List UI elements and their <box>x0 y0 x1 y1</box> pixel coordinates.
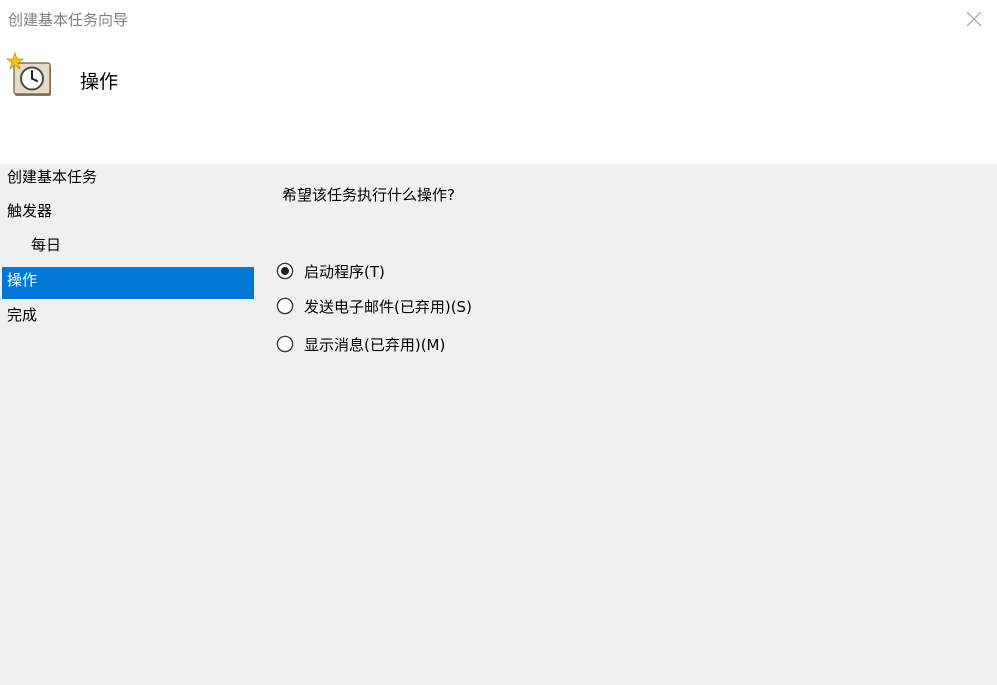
wizard-content: 希望该任务执行什么操作? 启动程序(T) 发送电子邮件(已弃用)(S) 显示消息… <box>256 164 997 685</box>
window-title: 创建基本任务向导 <box>8 11 129 29</box>
sidebar-item-label: 触发器 <box>7 202 53 220</box>
option-start-program[interactable]: 启动程序(T) <box>276 259 385 283</box>
radio-checked-icon[interactable] <box>276 262 294 280</box>
close-button[interactable] <box>951 0 997 38</box>
page-title: 操作 <box>80 71 119 93</box>
sidebar-item-label: 操作 <box>7 271 38 289</box>
sidebar-item-label: 完成 <box>7 306 38 324</box>
wizard-header: 操作 <box>0 38 997 164</box>
sidebar-item-finish[interactable]: 完成 <box>2 302 254 334</box>
option-display-message[interactable]: 显示消息(已弃用)(M) <box>276 332 445 356</box>
scheduled-task-clock-icon <box>6 51 51 96</box>
radio-unchecked-icon[interactable] <box>276 335 294 353</box>
option-send-email[interactable]: 发送电子邮件(已弃用)(S) <box>276 294 472 318</box>
action-question: 希望该任务执行什么操作? <box>282 186 455 204</box>
sidebar-item-trigger[interactable]: 触发器 <box>2 198 254 230</box>
sidebar-item-label: 每日 <box>31 236 62 254</box>
radio-unchecked-icon[interactable] <box>276 297 294 315</box>
sidebar-item-daily[interactable]: 每日 <box>2 232 254 264</box>
sidebar-item-action[interactable]: 操作 <box>2 267 254 299</box>
title-bar: 创建基本任务向导 <box>0 0 997 38</box>
sidebar-item-create-basic-task[interactable]: 创建基本任务 <box>2 164 254 196</box>
option-label: 启动程序(T) <box>304 262 385 281</box>
sidebar-item-label: 创建基本任务 <box>7 168 98 186</box>
close-icon <box>966 11 982 27</box>
option-label: 发送电子邮件(已弃用)(S) <box>304 297 472 316</box>
wizard-steps-sidebar: 创建基本任务 触发器 每日 操作 完成 <box>0 164 256 685</box>
option-label: 显示消息(已弃用)(M) <box>304 335 446 354</box>
